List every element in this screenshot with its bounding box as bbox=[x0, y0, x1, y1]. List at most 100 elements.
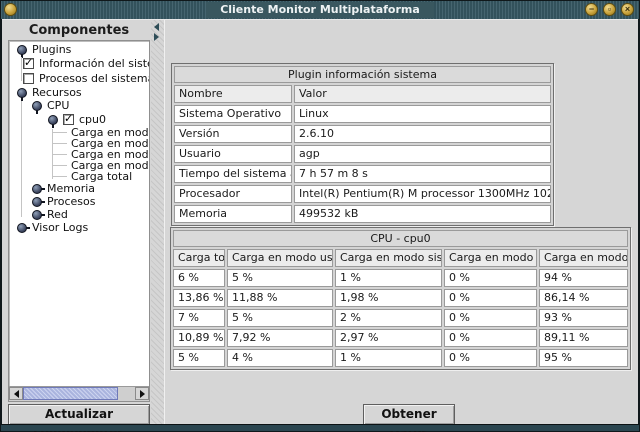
tree-item-label: cpu0 bbox=[79, 113, 106, 126]
table-cell: Usuario bbox=[174, 145, 292, 163]
arrow-right-icon bbox=[140, 390, 145, 398]
table-cell: 0 % bbox=[444, 269, 537, 287]
tree-item-visor-logs[interactable]: Visor Logs bbox=[9, 221, 149, 234]
tree-item-cpu0[interactable]: cpu0 bbox=[9, 112, 149, 127]
splitpane-divider[interactable] bbox=[151, 20, 164, 425]
tree-connector-line bbox=[53, 176, 67, 177]
main-panel: Plugin información sistema NombreValorSi… bbox=[164, 20, 638, 425]
tree-item-plugins[interactable]: Plugins bbox=[9, 43, 149, 56]
update-components-button[interactable]: Actualizar componentes bbox=[8, 404, 150, 425]
tree-item-red[interactable]: Red bbox=[9, 208, 149, 221]
column-header-nombre[interactable]: Nombre bbox=[174, 85, 292, 103]
tree-connector-line bbox=[53, 154, 67, 155]
table-cell: Sistema Operativo bbox=[174, 105, 292, 123]
system-info-table-grid: NombreValorSistema OperativoLinuxVersión… bbox=[174, 85, 551, 223]
checkbox-informacion-del-sistema-checked[interactable] bbox=[23, 58, 34, 69]
table-cell: 7,92 % bbox=[227, 329, 333, 347]
table-cell: Memoria bbox=[174, 205, 292, 223]
tree-item-label: Red bbox=[47, 208, 68, 221]
tree-item-label: CPU bbox=[47, 99, 69, 112]
tree-collapsed-handle-icon[interactable] bbox=[32, 210, 42, 220]
table-cell: 0 % bbox=[444, 309, 537, 327]
table-cell: 2.6.10 bbox=[294, 125, 551, 143]
system-info-table: Plugin información sistema NombreValorSi… bbox=[171, 63, 554, 226]
table-cell: 93 % bbox=[539, 309, 628, 327]
get-data-button[interactable]: Obtener Datos bbox=[363, 404, 455, 425]
table-cell: 4 % bbox=[227, 349, 333, 367]
tree-connector-line bbox=[53, 165, 67, 166]
column-header-carga-en-modo-nice[interactable]: Carga en modo nice bbox=[444, 249, 537, 267]
maximize-icon[interactable]: ▫ bbox=[603, 3, 616, 16]
table-cell: Intel(R) Pentium(R) M processor 1300MHz … bbox=[294, 185, 551, 203]
tree-item-label: Recursos bbox=[32, 86, 82, 99]
tree-expanded-handle-icon[interactable] bbox=[48, 115, 58, 125]
tree-item-cpu[interactable]: CPU bbox=[9, 99, 149, 112]
column-header-valor[interactable]: Valor bbox=[294, 85, 551, 103]
minimize-icon[interactable]: − bbox=[585, 3, 598, 16]
table-cell: 5 % bbox=[227, 309, 333, 327]
column-header-carga-en-modo-idle[interactable]: Carga en modo idle bbox=[539, 249, 628, 267]
tree-horizontal-scrollbar[interactable] bbox=[9, 386, 149, 401]
column-header-carga-en-modo-sistema[interactable]: Carga en modo sistema bbox=[335, 249, 442, 267]
arrow-left-icon bbox=[14, 390, 19, 398]
table-cell: 0 % bbox=[444, 329, 537, 347]
table-cell: 89,11 % bbox=[539, 329, 628, 347]
tree-item-recursos[interactable]: Recursos bbox=[9, 86, 149, 99]
table-cell: 2 % bbox=[335, 309, 442, 327]
table-cell: 1 % bbox=[335, 269, 442, 287]
checkbox-cpu0-checked[interactable] bbox=[63, 114, 74, 125]
sidebar-title: Componentes bbox=[8, 23, 150, 38]
table-cell: 7 h 57 m 8 s bbox=[294, 165, 551, 183]
tree-item-procesos[interactable]: Procesos bbox=[9, 195, 149, 208]
close-icon[interactable]: × bbox=[621, 3, 634, 16]
tree-expanded-handle-icon[interactable] bbox=[17, 45, 27, 55]
window-title: Cliente Monitor Multiplataforma bbox=[206, 2, 434, 18]
scrollbar-thumb[interactable] bbox=[23, 387, 118, 400]
table-cell: 7 % bbox=[173, 309, 225, 327]
tree-item-label: Procesos del sistema bbox=[39, 72, 149, 85]
table-cell: 6 % bbox=[173, 269, 225, 287]
tree-item-informacion-del-sistema[interactable]: Información del sistema bbox=[9, 56, 149, 71]
tree-collapsed-handle-icon[interactable] bbox=[32, 197, 42, 207]
tree-item-memoria[interactable]: Memoria bbox=[9, 182, 149, 195]
system-info-table-title: Plugin información sistema bbox=[174, 66, 551, 83]
table-cell: Linux bbox=[294, 105, 551, 123]
tree-item-label: Memoria bbox=[47, 182, 95, 195]
tree-collapsed-handle-icon[interactable] bbox=[32, 184, 42, 194]
tree-item-label: Plugins bbox=[32, 43, 71, 56]
cpu-load-table-title: CPU - cpu0 bbox=[173, 230, 628, 247]
collapse-right-icon[interactable] bbox=[154, 33, 159, 41]
table-cell: 94 % bbox=[539, 269, 628, 287]
cpu-load-table-grid: Carga totalCarga en modo usuarioCarga en… bbox=[173, 249, 628, 367]
table-cell: Versión bbox=[174, 125, 292, 143]
tree-item-procesos-del-sistema[interactable]: Procesos del sistema bbox=[9, 71, 149, 86]
table-cell: 11,88 % bbox=[227, 289, 333, 307]
column-header-carga-total[interactable]: Carga total bbox=[173, 249, 225, 267]
table-cell: 0 % bbox=[444, 289, 537, 307]
tree-expanded-handle-icon[interactable] bbox=[32, 101, 42, 111]
tree-expanded-handle-icon[interactable] bbox=[17, 88, 27, 98]
table-cell: Procesador bbox=[174, 185, 292, 203]
scrollbar-track[interactable] bbox=[118, 387, 135, 401]
window-menu-icon[interactable] bbox=[4, 3, 17, 16]
scroll-right-button[interactable] bbox=[135, 387, 149, 400]
tree-item-carga-total[interactable]: Carga total bbox=[9, 171, 149, 182]
table-cell: 499532 kB bbox=[294, 205, 551, 223]
window-frame-bottom bbox=[1, 424, 639, 431]
table-cell: 95 % bbox=[539, 349, 628, 367]
tree-connector-line bbox=[21, 101, 22, 217]
table-cell: 13,86 % bbox=[173, 289, 225, 307]
title-bar[interactable]: Cliente Monitor Multiplataforma bbox=[1, 1, 639, 19]
component-tree-pane: PluginsInformación del sistema Procesos d… bbox=[8, 40, 150, 402]
scroll-left-button[interactable] bbox=[9, 387, 23, 400]
column-header-carga-en-modo-usuario[interactable]: Carga en modo usuario bbox=[227, 249, 333, 267]
cpu-load-table: CPU - cpu0 Carga totalCarga en modo usua… bbox=[170, 227, 631, 370]
tree-item-label: Información del sistema bbox=[39, 57, 149, 70]
app-window: Cliente Monitor Multiplataforma −▫ × Comp… bbox=[0, 0, 640, 432]
table-cell: 10,89 % bbox=[173, 329, 225, 347]
collapse-left-icon[interactable] bbox=[154, 23, 159, 31]
checkbox-procesos-del-sistema-unchecked[interactable] bbox=[23, 73, 34, 84]
table-cell: 86,14 % bbox=[539, 289, 628, 307]
tree-collapsed-handle-icon[interactable] bbox=[17, 223, 27, 233]
tree-connector-line bbox=[52, 129, 53, 179]
